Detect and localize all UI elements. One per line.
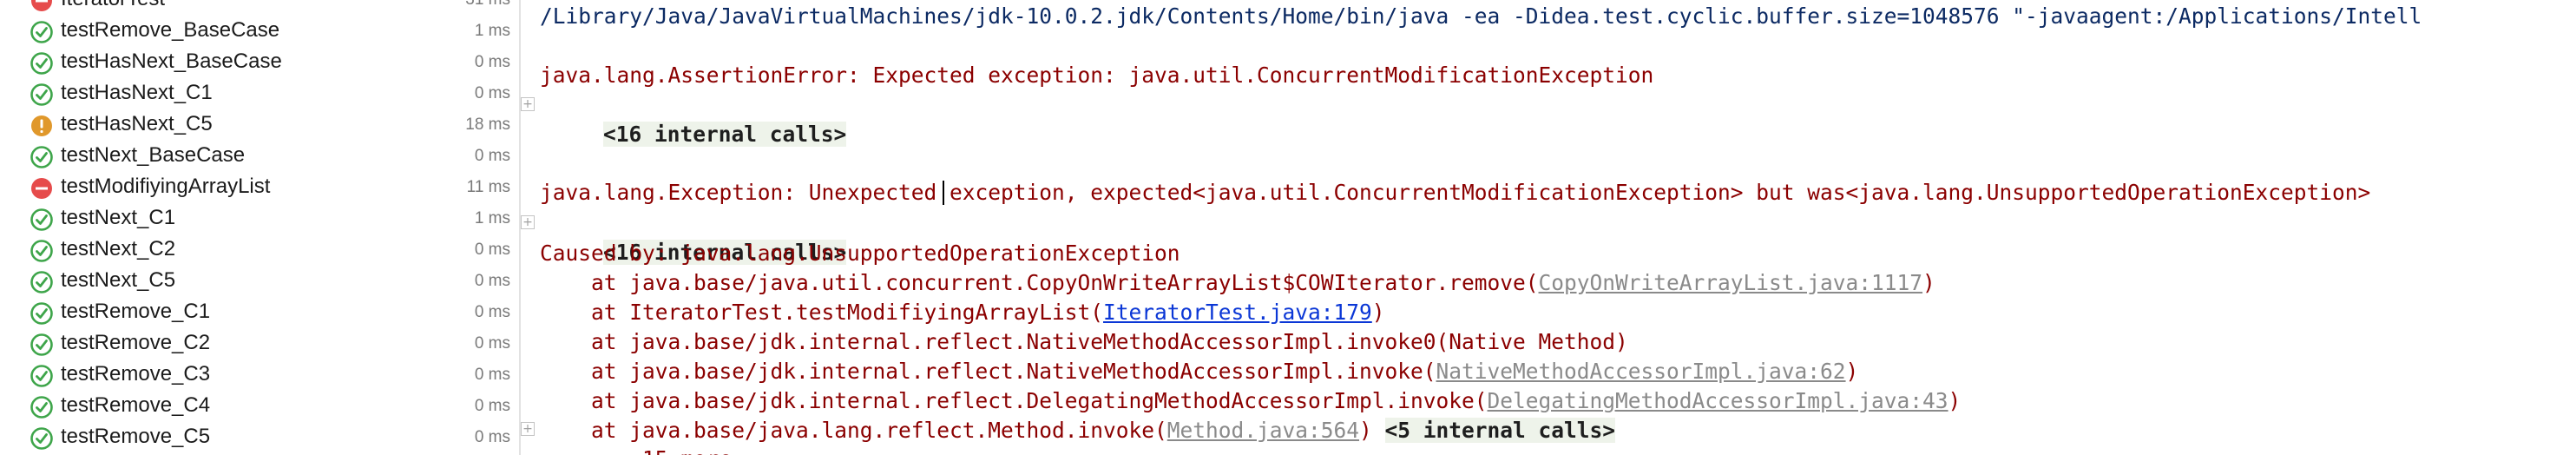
test-row[interactable]: testNext_BaseCase 0 ms <box>0 139 519 170</box>
stack-frame-text: at java.base/java.lang.reflect.Method.in… <box>540 418 1167 443</box>
pass-check-icon <box>30 83 53 106</box>
stack-frame: at IteratorTest.testModifiyingArrayList(… <box>540 298 1385 327</box>
test-row[interactable]: testRemove_C2 0 ms <box>0 326 519 358</box>
test-duration: 0 ms <box>474 366 510 384</box>
stack-frame-suffix: ) <box>1922 270 1935 295</box>
stack-frame-suffix: ) <box>1359 418 1385 443</box>
test-row[interactable]: testRemove_C1 0 ms <box>0 295 519 326</box>
stack-frame-suffix: ) <box>1371 300 1385 325</box>
pass-check-icon <box>30 146 53 168</box>
stack-frame: at java.base/jdk.internal.reflect.Native… <box>540 327 1628 357</box>
stack-frame: at java.base/java.lang.reflect.Method.in… <box>540 416 1616 445</box>
internal-calls-folded[interactable]: <16 internal calls> <box>603 122 847 147</box>
test-duration: 0 ms <box>474 428 510 446</box>
pass-check-icon <box>30 240 53 262</box>
stack-frame: at java.base/jdk.internal.reflect.Native… <box>540 357 1858 386</box>
source-link[interactable]: CopyOnWriteArrayList.java:1117 <box>1539 270 1923 295</box>
test-row[interactable]: testRemove_C5 0 ms <box>0 420 519 452</box>
test-row[interactable]: testModifiyingArrayList 11 ms <box>0 170 519 201</box>
pass-check-icon <box>30 427 53 450</box>
pass-check-icon <box>30 208 53 231</box>
test-tree-root-time: 31 ms <box>465 0 510 10</box>
fold-expand-icon[interactable]: + <box>521 422 535 436</box>
test-name: testHasNext_BaseCase <box>61 49 282 73</box>
test-name: testRemove_BaseCase <box>61 18 280 42</box>
pass-check-icon <box>30 271 53 293</box>
fold-expand-icon[interactable]: + <box>521 215 535 229</box>
stack-frame-suffix: ) <box>1845 359 1859 384</box>
test-row[interactable]: testRemove_C3 0 ms <box>0 358 519 389</box>
internal-calls-line-1[interactable]: <16 internal calls> <box>552 90 847 147</box>
test-duration: 0 ms <box>474 272 510 290</box>
test-name: testRemove_C4 <box>61 393 211 417</box>
console-output[interactable]: /Library/Java/JavaVirtualMachines/jdk-10… <box>521 0 2576 455</box>
exception-line: java.lang.Exception: Unexpected exceptio… <box>540 180 2371 205</box>
pass-check-icon <box>30 333 53 356</box>
pass-check-icon <box>30 365 53 387</box>
stack-frame-text: at java.base/jdk.internal.reflect.Delega… <box>540 388 1488 413</box>
test-duration: 0 ms <box>474 397 510 415</box>
source-link[interactable]: DelegatingMethodAccessorImpl.java:43 <box>1488 388 1948 413</box>
test-row[interactable]: testRemove_BaseCase 1 ms <box>0 14 519 45</box>
source-link[interactable]: NativeMethodAccessorImpl.java:62 <box>1436 359 1846 384</box>
test-name: testRemove_C1 <box>61 300 211 323</box>
fail-icon <box>31 0 52 11</box>
stack-frame: at java.base/jdk.internal.reflect.Delega… <box>540 386 1961 416</box>
test-name: testHasNext_C1 <box>61 81 213 104</box>
pass-check-icon <box>30 52 53 75</box>
test-name: testRemove_C3 <box>61 362 211 386</box>
test-name: testRemove_C5 <box>61 425 211 448</box>
test-name: testNext_C2 <box>61 237 176 260</box>
test-row[interactable]: testNext_C1 1 ms <box>0 201 519 233</box>
test-name: testNext_BaseCase <box>61 143 246 167</box>
warning-exclamation-icon <box>31 115 52 136</box>
test-tree-root-name: IteratorTest <box>61 0 165 12</box>
test-tree-root[interactable]: IteratorTest 31 ms <box>0 0 519 14</box>
test-duration: 1 ms <box>474 209 510 228</box>
command-line: /Library/Java/JavaVirtualMachines/jdk-10… <box>540 3 2422 29</box>
test-duration: 0 ms <box>474 241 510 259</box>
stack-frame-text: at java.base/java.util.concurrent.CopyOn… <box>540 270 1539 295</box>
test-name: testRemove_C2 <box>61 331 211 354</box>
stack-frame-text: at IteratorTest.testModifiyingArrayList( <box>540 300 1104 325</box>
test-duration: 18 ms <box>465 115 510 134</box>
test-name: testHasNext_C5 <box>61 112 213 135</box>
fold-expand-icon[interactable]: + <box>521 97 535 111</box>
pass-check-icon <box>30 396 53 419</box>
stack-frame: at java.base/java.util.concurrent.CopyOn… <box>540 268 1935 298</box>
test-duration: 0 ms <box>474 303 510 321</box>
test-name: testModifiyingArrayList <box>61 175 271 198</box>
test-row[interactable]: testNext_C2 0 ms <box>0 233 519 264</box>
test-results-tree: IteratorTest 31 ms testRemove_BaseCase 1 … <box>0 0 519 455</box>
pass-check-icon <box>30 21 53 43</box>
stack-frame-text: at java.base/jdk.internal.reflect.Native… <box>540 329 1628 354</box>
more-frames-line: ... 15 more <box>540 445 732 455</box>
internal-calls-line-2[interactable]: <16 internal calls> <box>552 208 847 265</box>
pass-check-icon <box>30 302 53 325</box>
test-row[interactable]: testHasNext_C5 18 ms <box>0 108 519 139</box>
test-name: testNext_C1 <box>61 206 176 229</box>
test-row[interactable]: testRemove_C4 0 ms <box>0 389 519 420</box>
test-duration: 11 ms <box>466 178 510 196</box>
stack-frame-suffix: ) <box>1948 388 1962 413</box>
test-row[interactable]: testHasNext_BaseCase 0 ms <box>0 45 519 76</box>
test-duration: 0 ms <box>474 53 510 71</box>
text-caret <box>943 181 944 205</box>
test-duration: 1 ms <box>474 22 510 40</box>
source-link[interactable]: Method.java:564 <box>1167 418 1359 443</box>
test-row[interactable]: testHasNext_C1 0 ms <box>0 76 519 108</box>
fail-icon <box>31 178 52 199</box>
test-name: testNext_C5 <box>61 268 176 292</box>
stack-frame-text: at java.base/jdk.internal.reflect.Native… <box>540 359 1436 384</box>
test-duration: 0 ms <box>474 334 510 353</box>
test-duration: 0 ms <box>474 147 510 165</box>
internal-calls-folded[interactable]: <5 internal calls> <box>1384 418 1616 443</box>
caused-by-line: Caused by: java.lang.UnsupportedOperatio… <box>540 241 1180 266</box>
test-row[interactable]: testNext_C5 0 ms <box>0 264 519 295</box>
source-link[interactable]: IteratorTest.java:179 <box>1103 300 1372 325</box>
test-duration: 0 ms <box>474 84 510 102</box>
assertion-error-line: java.lang.AssertionError: Expected excep… <box>540 63 1654 88</box>
